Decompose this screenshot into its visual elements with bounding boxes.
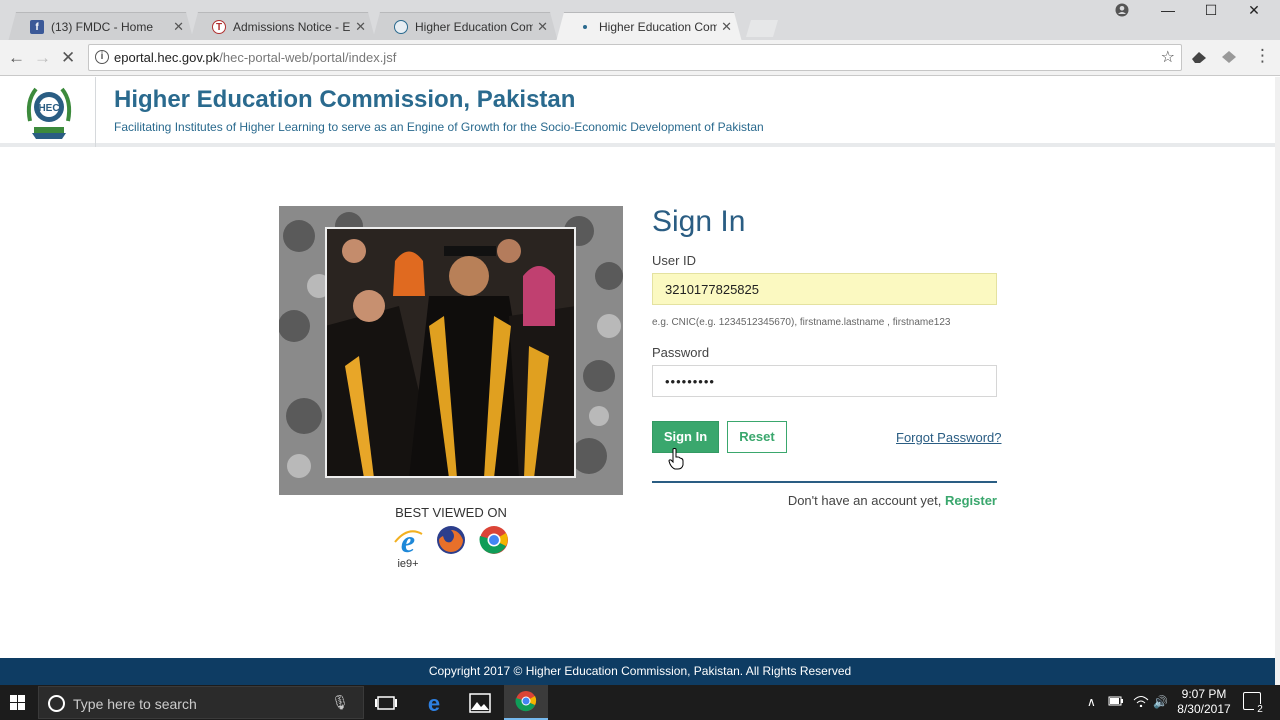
browser-tab-hec[interactable]: Higher Education Comm ✕ [372, 12, 558, 42]
site-footer: Copyright 2017 © Higher Education Commis… [0, 658, 1280, 685]
tab-title: Higher Education Comm [415, 20, 533, 34]
site-info-icon[interactable]: i [95, 50, 109, 64]
hand-cursor-icon [668, 448, 684, 475]
firefox-icon [435, 524, 467, 556]
maximize-icon[interactable]: ☐ [1189, 0, 1233, 20]
browser-tab-admissions[interactable]: T Admissions Notice - Entr ✕ [190, 12, 376, 42]
forward-icon[interactable]: → [34, 48, 51, 68]
user-id-hint: e.g. CNIC(e.g. 1234512345670), firstname… [652, 317, 951, 328]
chrome-taskbar-button[interactable] [504, 685, 548, 720]
back-icon[interactable]: ← [8, 48, 25, 68]
svg-text:e: e [428, 691, 440, 716]
web-page: HEC Higher Education Commission, Pakista… [0, 77, 1280, 685]
browser-toolbar: ← → ✕ i eportal.hec.gov.pk/hec-portal-we… [0, 40, 1280, 76]
show-hidden-icons-icon[interactable]: ∧ [1087, 695, 1096, 709]
tab-title: Admissions Notice - Entr [233, 20, 351, 34]
user-id-input[interactable]: 3210177825825 [652, 273, 997, 305]
edge-icon[interactable]: e [420, 690, 448, 716]
ie-version-note: ie9+ [397, 558, 419, 570]
site-title: Higher Education Commission, Pakistan [114, 86, 576, 113]
notification-count: 2 [1254, 704, 1266, 715]
cortana-icon [48, 695, 65, 712]
profile-icon[interactable] [1100, 0, 1144, 20]
chrome-menu-icon[interactable]: ⋮ [1254, 46, 1271, 66]
close-tab-icon[interactable]: ✕ [355, 19, 366, 35]
action-center-icon[interactable]: 2 [1243, 692, 1266, 715]
task-view-icon[interactable] [372, 690, 400, 716]
browser-tab-fmdc[interactable]: f (13) FMDC - Home ✕ [8, 12, 194, 42]
chrome-icon [478, 524, 510, 556]
tab-title: (13) FMDC - Home [51, 20, 154, 34]
eraser-extension-icon[interactable] [1190, 49, 1208, 70]
register-prompt: Don't have an account yet, Register [788, 493, 997, 508]
password-label: Password [652, 345, 710, 360]
clock-time: 9:07 PM [1181, 687, 1227, 701]
close-window-icon[interactable]: ✕ [1232, 0, 1276, 20]
university-icon: T [212, 20, 226, 34]
header-divider [95, 77, 96, 147]
loading-icon [578, 20, 592, 34]
signin-title: Sign In [652, 205, 746, 238]
windows-taskbar: Type here to search 🎙 e ∧ 🔊 9:07 PM 8/30… [0, 685, 1280, 720]
stop-loading-icon[interactable]: ✕ [61, 48, 75, 68]
battery-icon[interactable] [1108, 695, 1124, 710]
microphone-icon[interactable]: 🎙 [331, 694, 349, 711]
page-scrollbar[interactable] [1275, 77, 1280, 685]
address-bar[interactable]: i eportal.hec.gov.pk/hec-portal-web/port… [88, 44, 1182, 71]
tab-title: Higher Education Comm [599, 20, 717, 34]
password-input[interactable]: ••••••••• [652, 365, 997, 397]
extension-icon[interactable] [1220, 49, 1238, 70]
no-account-text: Don't have an account yet, [787, 493, 942, 508]
system-clock[interactable]: 9:07 PM 8/30/2017 [1174, 687, 1234, 717]
search-placeholder: Type here to search [73, 696, 197, 712]
minimize-icon[interactable]: — [1146, 0, 1190, 20]
url-text: eportal.hec.gov.pk/hec-portal-web/portal… [114, 50, 397, 65]
photo-frame [325, 227, 576, 478]
wifi-icon[interactable] [1133, 695, 1149, 710]
windows-start-icon[interactable] [0, 685, 36, 720]
browser-tab-strip: f (13) FMDC - Home ✕ T Admissions Notice… [0, 0, 1280, 40]
best-viewed-label: BEST VIEWED ON [395, 505, 507, 520]
bookmark-star-icon[interactable]: ☆ [1161, 47, 1175, 67]
hec-logo: HEC [22, 81, 76, 143]
graduates-photo [279, 206, 623, 495]
browser-tab-hec-active[interactable]: Higher Education Comm ✕ [556, 12, 742, 42]
photos-icon[interactable] [466, 690, 494, 716]
volume-icon[interactable]: 🔊 [1153, 695, 1168, 709]
hec-icon [394, 20, 408, 34]
register-link[interactable]: Register [945, 493, 997, 508]
clock-date: 8/30/2017 [1177, 702, 1231, 716]
internet-explorer-icon: e [392, 523, 424, 559]
close-tab-icon[interactable]: ✕ [721, 19, 732, 35]
svg-text:HEC: HEC [38, 103, 59, 114]
site-subtitle: Facilitating Institutes of Higher Learni… [114, 120, 764, 134]
close-tab-icon[interactable]: ✕ [173, 19, 184, 35]
svg-text:e: e [401, 524, 415, 556]
reset-button[interactable]: Reset [727, 421, 787, 453]
close-tab-icon[interactable]: ✕ [537, 19, 548, 35]
site-header: HEC Higher Education Commission, Pakista… [0, 77, 1280, 147]
forgot-password-link[interactable]: Forgot Password? [896, 430, 1002, 445]
taskbar-search-input[interactable]: Type here to search 🎙 [38, 686, 364, 719]
form-divider [652, 481, 997, 483]
sign-in-button[interactable]: Sign In [652, 421, 719, 453]
new-tab-button[interactable] [746, 20, 778, 37]
user-id-label: User ID [652, 253, 697, 268]
facebook-icon: f [30, 20, 44, 34]
